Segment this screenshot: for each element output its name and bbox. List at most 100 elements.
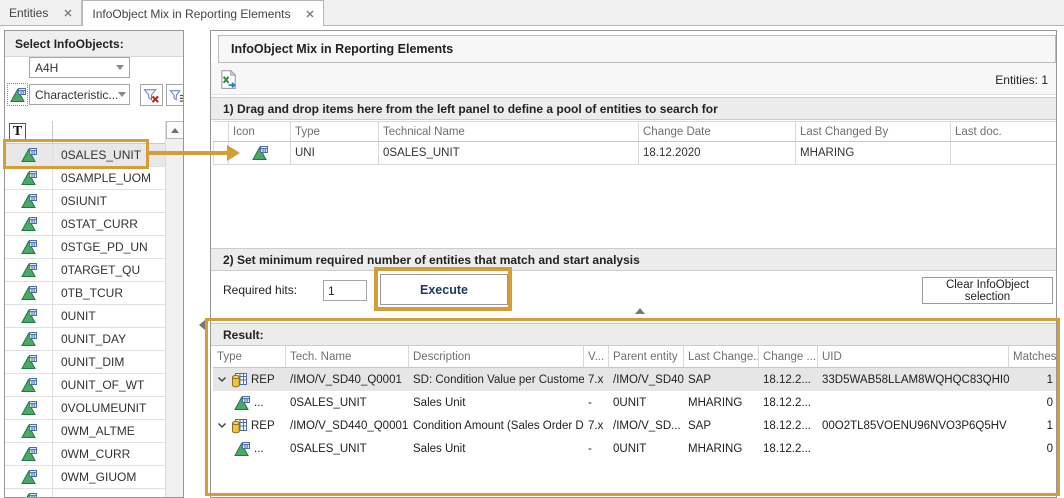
characteristic-icon [21,423,37,439]
splitter-collapse-icon[interactable] [199,320,205,330]
list-item[interactable]: 0SALES_UNIT [5,144,165,167]
parent-entity-cell: 0UNIT [609,397,684,409]
filter-options-button[interactable] [166,84,184,106]
uid-cell: 33D5WAB58LLAM8WQHQC83QHI0 [818,374,1009,386]
chevron-down-icon[interactable] [217,422,227,429]
header-cell[interactable]: Parent entity [609,346,684,368]
matches-cell: 1 [1009,420,1057,432]
list-item[interactable]: 0UNIT_DAY [5,328,165,351]
matches-cell: 1 [1009,374,1057,386]
export-excel-button[interactable] [218,69,238,89]
list-item[interactable]: 0WM_ALTME [5,420,165,443]
characteristic-type-button[interactable] [7,83,28,106]
characteristic-icon [234,395,250,411]
parent-entity-cell: /IMO/V_SD... [609,420,684,432]
list-item[interactable]: 0UNIT [5,305,165,328]
list-item[interactable]: 0SIUNIT [5,190,165,213]
system-select[interactable]: A4H [29,57,130,78]
description-cell: Sales Unit [409,397,584,409]
type-cell: UNI [291,142,379,165]
tab-entities-label: Entities [9,6,48,20]
required-hits-input[interactable] [323,280,367,301]
list-item[interactable]: 0TARGET_QU [5,259,165,282]
header-cell[interactable]: Change ... [759,346,818,368]
clear-infoobject-selection-button[interactable]: Clear InfoObject selection [922,277,1053,304]
result-heading: Result: [211,323,1056,346]
result-row[interactable]: ... 0SALES_UNIT Sales Unit - 0UNIT MHARI… [213,437,1057,460]
list-item[interactable]: 0UNIT_OF_WT [5,374,165,397]
list-item-label: 0SAMPLE_UOM [53,171,151,185]
characteristic-icon [21,331,37,347]
characteristic-icon [21,216,37,232]
list-item[interactable]: 0STAT_CURR [5,213,165,236]
icon-cell [229,142,291,165]
result-row[interactable]: ... 0SALES_UNIT Sales Unit - 0UNIT MHARI… [213,391,1057,414]
entities-count: Entities: 1 [995,73,1048,87]
section1-heading: 1) Drag and drop items here from the lef… [211,97,1056,120]
chevron-down-icon [118,92,126,97]
scroll-up-button[interactable] [166,121,184,139]
row-selector-cell[interactable] [213,142,229,165]
header-cell[interactable]: Technical Name [379,122,639,142]
list-item[interactable]: 0WM_GIUOM [5,466,165,489]
infoobject-mix-panel: InfoObject Mix in Reporting Elements Ent… [210,30,1057,498]
page-title: InfoObject Mix in Reporting Elements [218,35,1056,63]
list-item[interactable]: 0STGE_PD_UN [5,236,165,259]
characteristic-icon [21,262,37,278]
text-filter-header-cell[interactable]: T [5,121,53,143]
list-item-label: 0TARGET_QU [53,263,140,277]
last-doc-cell [951,142,1057,165]
header-cell[interactable]: Type [213,346,286,368]
type-label: ... [254,397,264,409]
result-header-row: Type Tech. Name Description V... Parent … [213,346,1057,368]
characteristic-icon [252,145,268,161]
characteristic-icon [21,285,37,301]
close-icon[interactable] [64,9,72,17]
description-cell: Sales Unit [409,443,584,455]
header-cell[interactable]: Last Change... [684,346,759,368]
header-cell[interactable]: Type [291,122,379,142]
list-scrollbar[interactable] [165,121,183,497]
header-cell[interactable]: Matches [1009,346,1057,368]
header-cell[interactable]: Icon [229,122,291,142]
list-item-label: 0STAT_CURR [53,217,138,231]
clear-filter-button[interactable] [140,84,163,106]
matches-cell: 0 [1009,397,1057,409]
list-item[interactable]: 0VOLUMEUNIT [5,397,165,420]
description-cell: Condition Amount (Sales Order D... [409,420,584,432]
infoobject-type-select[interactable]: Characteristic... [29,84,130,105]
close-icon[interactable] [306,10,314,18]
table-row[interactable]: UNI 0SALES_UNIT 18.12.2020 MHARING [213,142,1057,165]
list-item-label: 0WM_ALTME [53,424,135,438]
header-cell[interactable]: UID [818,346,1009,368]
list-item-label: 0SIUNIT [53,194,107,208]
list-item[interactable]: 0SAMPLE_UOM [5,167,165,190]
last-changed-by-cell: SAP [684,374,759,386]
triangle-up-icon [170,126,180,135]
list-item[interactable]: 0TB_TCUR [5,282,165,305]
chevron-down-icon[interactable] [217,376,227,383]
list-item[interactable]: 0WM_CURR [5,443,165,466]
execute-button[interactable]: Execute [380,274,508,305]
header-cell[interactable]: V... [584,346,609,368]
tab-bar: Entities InfoObject Mix in Reporting Ele… [0,0,1064,26]
type-cell: REP [213,418,286,434]
tab-entities[interactable]: Entities [0,0,82,25]
text-filter-icon[interactable]: T [9,123,26,141]
result-row[interactable]: REP /IMO/V_SD440_Q0001 Condition Amount … [213,414,1057,437]
header-cell[interactable]: Last Changed By [796,122,951,142]
splitter-up-icon[interactable] [635,308,645,314]
query-icon [231,418,247,434]
list-item-partial[interactable] [5,489,165,498]
header-cell [213,122,229,142]
header-cell[interactable]: Tech. Name [286,346,409,368]
result-row[interactable]: REP /IMO/V_SD40_Q0001 SD: Condition Valu… [213,368,1057,391]
change-date-cell: 18.12.2... [759,374,818,386]
version-cell: 7.x [584,374,609,386]
header-cell[interactable]: Description [409,346,584,368]
header-cell[interactable]: Change Date [639,122,796,142]
header-cell[interactable]: Last doc. [951,122,1057,142]
list-item[interactable]: 0UNIT_DIM [5,351,165,374]
tab-infoobject-mix[interactable]: InfoObject Mix in Reporting Elements [82,0,324,26]
characteristic-icon [21,400,37,416]
